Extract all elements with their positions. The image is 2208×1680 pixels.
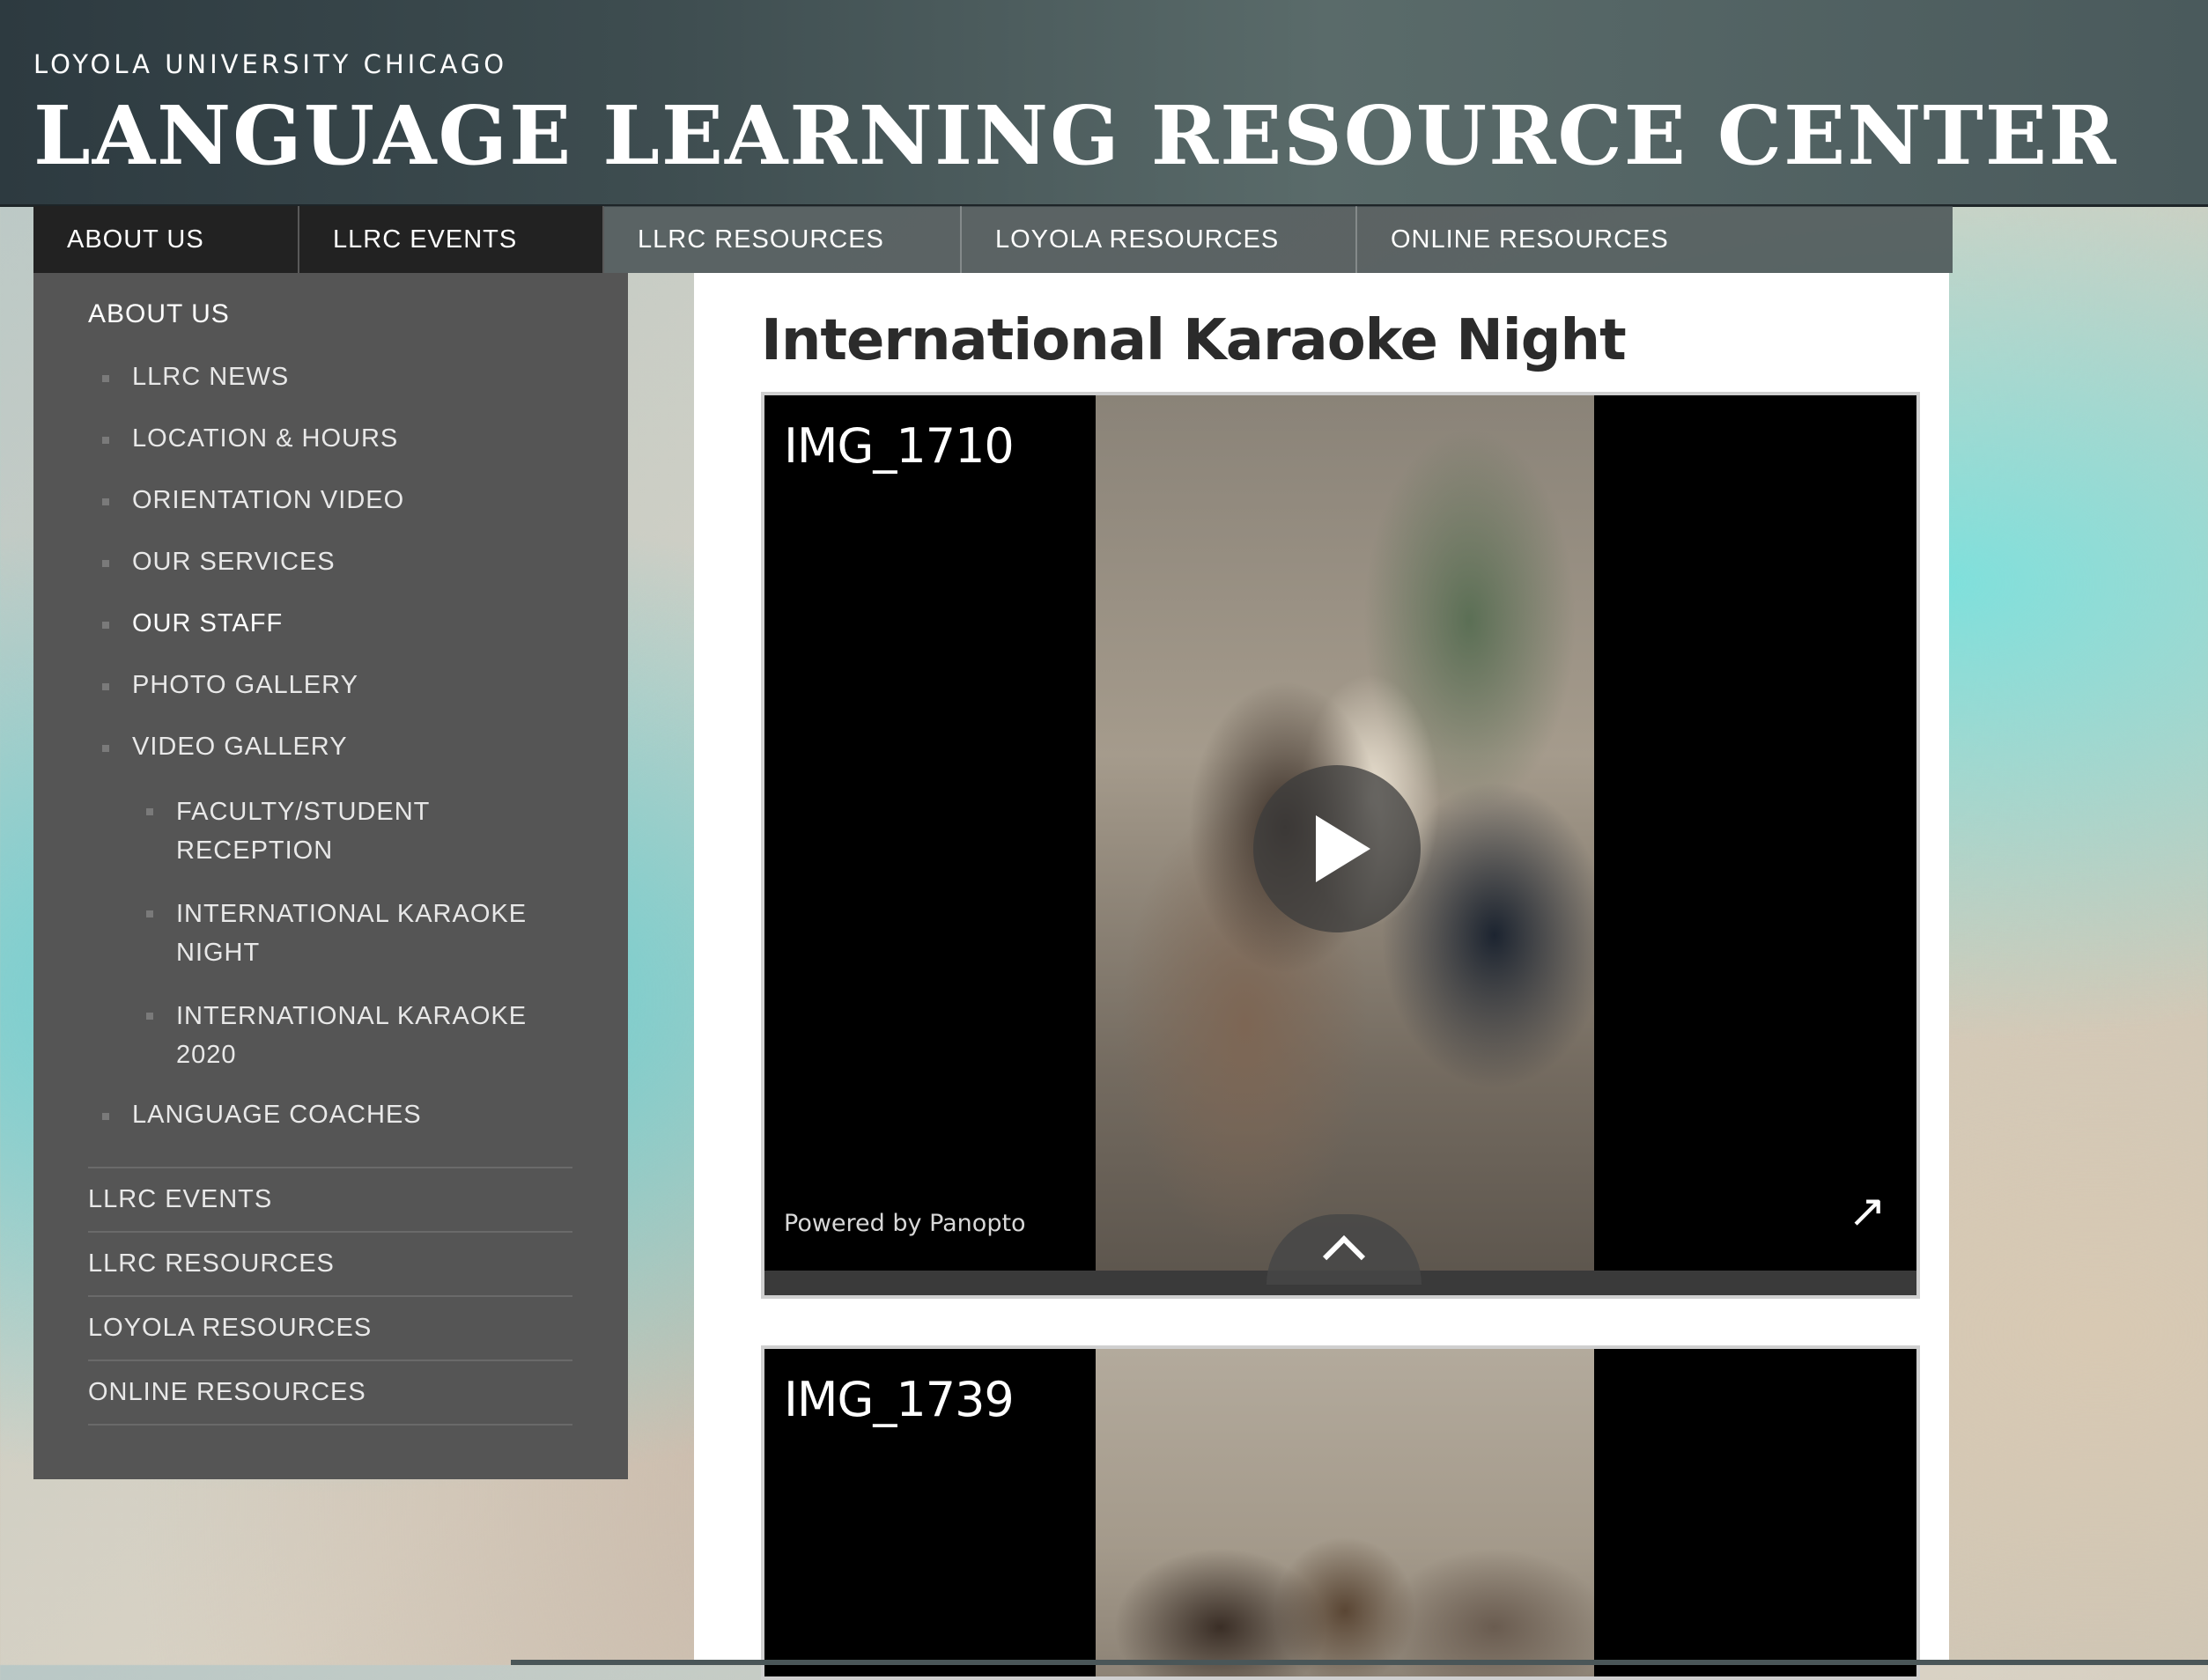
sidebar-item-label: RECEPTION xyxy=(176,836,334,865)
video-player[interactable]: IMG_1739 xyxy=(761,1345,1920,1680)
sidebar-item-label: OUR SERVICES xyxy=(132,548,336,576)
bullet-icon xyxy=(102,622,109,629)
sidebar-item-label: LOCATION & HOURS xyxy=(132,424,399,453)
sidebar-item-llrc-news[interactable]: LLRC NEWS xyxy=(88,361,581,394)
sidebar-item-label: LANGUAGE COACHES xyxy=(132,1101,422,1129)
site-header: LOYOLA UNIVERSITY CHICAGO LANGUAGE LEARN… xyxy=(0,0,2208,207)
sidebar-item-photo-gallery[interactable]: PHOTO GALLERY xyxy=(88,669,581,702)
top-navigation: ABOUT US LLRC EVENTS LLRC RESOURCES LOYO… xyxy=(33,206,1953,273)
main-content: International Karaoke Night IMG_1710 Pow… xyxy=(694,273,1949,1680)
video-player[interactable]: IMG_1710 Powered by Panopto ↗ xyxy=(761,392,1920,1299)
sidebar-item-label: NIGHT xyxy=(176,939,261,967)
nav-tab-loyola-resources[interactable]: LOYOLA RESOURCES xyxy=(962,206,1357,273)
nav-tab-online-resources[interactable]: ONLINE RESOURCES xyxy=(1357,206,1953,273)
sidebar-item-location-hours[interactable]: LOCATION & HOURS xyxy=(88,423,581,455)
sidebar-menu: ABOUT US LLRC NEWS LOCATION & HOURS ORIE… xyxy=(33,273,628,1479)
nav-tab-about-us[interactable]: ABOUT US xyxy=(33,206,299,273)
bullet-icon xyxy=(102,560,109,567)
sidebar-item-video-gallery[interactable]: VIDEO GALLERY xyxy=(88,731,581,763)
sidebar-section-online-resources[interactable]: ONLINE RESOURCES xyxy=(88,1359,572,1426)
sidebar-subitem-international-karaoke-2020[interactable]: INTERNATIONAL KARAOKE 2020 xyxy=(88,997,581,1074)
sidebar-item-label: OUR STAFF xyxy=(132,609,284,637)
powered-by-panopto[interactable]: Powered by Panopto xyxy=(784,1210,1026,1237)
bullet-icon xyxy=(102,745,109,752)
bullet-icon xyxy=(102,375,109,382)
sidebar-item-label: 2020 xyxy=(176,1041,237,1069)
nav-tab-llrc-resources[interactable]: LLRC RESOURCES xyxy=(604,206,962,273)
bullet-icon xyxy=(102,498,109,505)
sidebar-section-llrc-resources[interactable]: LLRC RESOURCES xyxy=(88,1231,572,1295)
sidebar-item-label: LLRC NEWS xyxy=(132,363,290,391)
sidebar-section-loyola-resources[interactable]: LOYOLA RESOURCES xyxy=(88,1295,572,1359)
video-thumbnail[interactable] xyxy=(1096,1349,1594,1676)
sidebar-heading-about-us[interactable]: ABOUT US xyxy=(88,299,230,329)
sidebar-sections: LLRC EVENTS LLRC RESOURCES LOYOLA RESOUR… xyxy=(88,1167,572,1426)
play-icon xyxy=(1316,815,1370,882)
sidebar-item-language-coaches[interactable]: LANGUAGE COACHES xyxy=(88,1099,581,1131)
bullet-icon xyxy=(146,910,153,917)
university-name[interactable]: LOYOLA UNIVERSITY CHICAGO xyxy=(33,49,507,79)
bullet-icon xyxy=(102,1113,109,1120)
sidebar-item-label: INTERNATIONAL KARAOKE xyxy=(176,1002,528,1030)
sidebar-subitem-faculty-student-reception[interactable]: FACULTY/STUDENT RECEPTION xyxy=(88,792,581,870)
external-link-icon[interactable]: ↗ xyxy=(1845,1189,1889,1234)
sidebar-item-orientation-video[interactable]: ORIENTATION VIDEO xyxy=(88,484,581,517)
bullet-icon xyxy=(102,437,109,444)
sidebar-section-llrc-events[interactable]: LLRC EVENTS xyxy=(88,1167,572,1231)
sidebar-item-label: INTERNATIONAL KARAOKE xyxy=(176,900,528,928)
nav-tab-llrc-events[interactable]: LLRC EVENTS xyxy=(299,206,604,273)
bullet-icon xyxy=(146,1013,153,1020)
chevron-up-icon xyxy=(1322,1234,1366,1278)
sidebar-item-our-services[interactable]: OUR SERVICES xyxy=(88,546,581,578)
sidebar-sublist: LLRC NEWS LOCATION & HOURS ORIENTATION V… xyxy=(88,361,581,1161)
sidebar-item-label: PHOTO GALLERY xyxy=(132,671,358,699)
video-title[interactable]: IMG_1739 xyxy=(784,1372,1015,1427)
bullet-icon xyxy=(146,808,153,815)
sidebar-item-our-staff[interactable]: OUR STAFF xyxy=(88,608,581,640)
bullet-icon xyxy=(102,683,109,690)
sidebar-subitem-international-karaoke-night[interactable]: INTERNATIONAL KARAOKE NIGHT xyxy=(88,895,581,972)
page-bottom-bar xyxy=(511,1660,2208,1665)
sidebar-item-label: ORIENTATION VIDEO xyxy=(132,486,405,514)
page-title: International Karaoke Night xyxy=(761,308,1627,373)
sidebar-item-label: VIDEO GALLERY xyxy=(132,733,348,761)
site-title[interactable]: LANGUAGE LEARNING RESOURCE CENTER xyxy=(33,88,2117,183)
play-button[interactable] xyxy=(1253,765,1421,932)
sidebar-item-label: FACULTY/STUDENT xyxy=(176,798,431,826)
video-title[interactable]: IMG_1710 xyxy=(784,418,1015,474)
